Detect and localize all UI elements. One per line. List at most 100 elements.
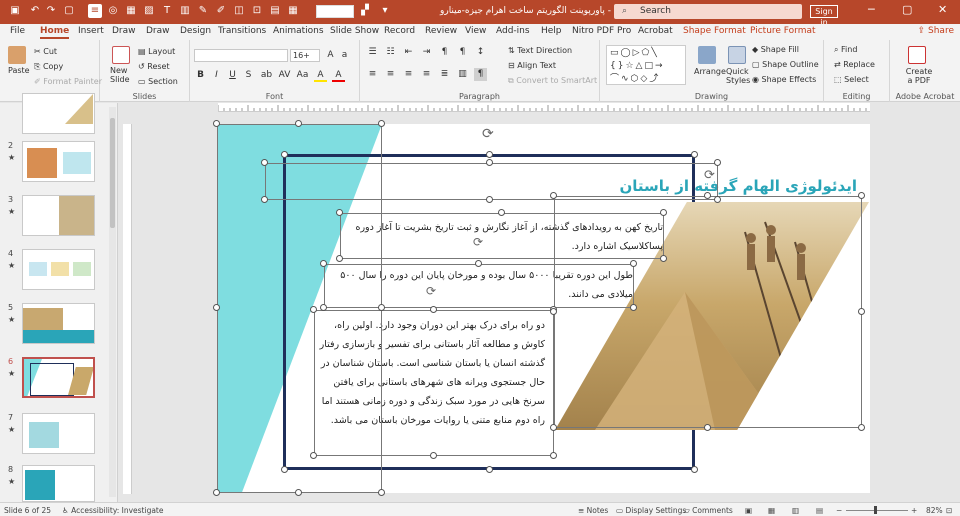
resize-handle[interactable] (550, 308, 557, 315)
resize-handle[interactable] (714, 196, 721, 203)
thumbnail-8[interactable] (22, 465, 95, 502)
thumbnail-2[interactable] (22, 141, 95, 182)
format-painter-button[interactable]: ✐ Format Painter (34, 77, 102, 86)
rotate-handle-icon[interactable]: ⟳ (426, 284, 436, 298)
resize-handle[interactable] (295, 120, 302, 127)
resize-handle[interactable] (320, 304, 327, 311)
picture-icon[interactable]: ▨ (142, 4, 156, 18)
align-icon[interactable]: ▦ (286, 4, 300, 18)
tab-draw-2[interactable]: Draw (146, 26, 170, 36)
resize-handle[interactable] (281, 151, 288, 158)
resize-handle[interactable] (336, 209, 343, 216)
line-spacing-icon[interactable]: ↕ (474, 46, 487, 59)
fill-icon[interactable]: ▞ (358, 4, 372, 18)
grid-icon[interactable]: ▤ (268, 4, 282, 18)
quick-styles-button[interactable]: Quick Styles (726, 67, 750, 85)
share-button[interactable]: ⇪ Share (918, 26, 954, 36)
zoom-slider[interactable] (846, 510, 908, 511)
numbering-icon[interactable]: ☷ (384, 46, 397, 59)
strikethrough-button[interactable]: S (242, 69, 255, 82)
shrink-font-icon[interactable]: a (338, 49, 351, 62)
redo-icon[interactable]: ↷ (44, 4, 58, 18)
tab-picture-format[interactable]: Picture Format (750, 26, 816, 36)
zoom-level[interactable]: 82% (926, 506, 943, 515)
normal-view-icon[interactable]: ▣ (745, 506, 752, 515)
resize-handle[interactable] (858, 308, 865, 315)
tab-design[interactable]: Design (180, 26, 211, 36)
tab-help[interactable]: Help (541, 26, 562, 36)
resize-handle[interactable] (498, 209, 505, 216)
select-button[interactable]: ⬚ Select (834, 75, 869, 84)
shadow-button[interactable]: ab (260, 69, 273, 82)
font-color-button[interactable]: A (332, 69, 345, 82)
thumbnail-5[interactable] (22, 303, 95, 344)
more-icon[interactable]: ▾ (378, 4, 392, 18)
textbox-icon[interactable]: T (160, 4, 174, 18)
case-button[interactable]: Aa (296, 69, 309, 82)
columns-icon[interactable]: ▥ (456, 68, 469, 81)
tab-draw[interactable]: Draw (112, 26, 136, 36)
rotate-handle-icon[interactable]: ⟳ (482, 126, 494, 142)
thumbnail-7[interactable] (22, 413, 95, 454)
tab-addins[interactable]: Add-ins (496, 26, 530, 36)
resize-handle[interactable] (213, 304, 220, 311)
shape-fill-button[interactable]: ◆ Shape Fill (752, 45, 799, 54)
paste-button[interactable]: Paste (8, 66, 30, 75)
undo-icon[interactable]: ↶ (28, 4, 42, 18)
resize-handle[interactable] (550, 424, 557, 431)
tab-insert[interactable]: Insert (78, 26, 104, 36)
slide-sorter-icon[interactable]: ▦ (768, 506, 775, 515)
resize-handle[interactable] (486, 151, 493, 158)
resize-handle[interactable] (336, 255, 343, 262)
zoom-out-icon[interactable]: − (836, 506, 842, 515)
replace-button[interactable]: ⇄ Replace (834, 60, 875, 69)
smartart-icon[interactable]: ✎ (196, 4, 210, 18)
resize-handle[interactable] (486, 196, 493, 203)
thumbnail-4[interactable] (22, 249, 95, 290)
resize-handle[interactable] (704, 192, 711, 199)
resize-handle[interactable] (660, 209, 667, 216)
section-button[interactable]: ▭ Section (138, 77, 178, 86)
thumbnail-scroll-thumb[interactable] (110, 118, 115, 228)
table-icon[interactable]: ▦ (124, 4, 138, 18)
search-box[interactable]: ⌕ Search (614, 4, 802, 19)
resize-handle[interactable] (691, 466, 698, 473)
resize-handle[interactable] (378, 304, 385, 311)
new-slide-button[interactable]: New Slide (110, 66, 132, 84)
underline-button[interactable]: U (226, 69, 239, 82)
resize-handle[interactable] (261, 196, 268, 203)
resize-handle[interactable] (550, 192, 557, 199)
cut-button[interactable]: ✂ Cut (34, 47, 57, 56)
find-button[interactable]: ⌕ Find (834, 45, 857, 55)
text-direction-button[interactable]: ⇅ Text Direction (508, 46, 572, 55)
minimize-icon[interactable]: ─ (868, 3, 875, 16)
chart-icon[interactable]: ▥ (178, 4, 192, 18)
align-left-icon[interactable]: ≡ (366, 68, 379, 81)
tab-file[interactable]: File (10, 26, 25, 36)
thumbnail-3[interactable] (22, 195, 95, 236)
create-pdf-icon[interactable] (908, 46, 926, 64)
maximize-icon[interactable]: ▢ (902, 3, 912, 16)
resize-handle[interactable] (378, 120, 385, 127)
resize-handle[interactable] (213, 120, 220, 127)
resize-handle[interactable] (475, 260, 482, 267)
resize-handle[interactable] (281, 466, 288, 473)
resize-handle[interactable] (310, 306, 317, 313)
bold-button[interactable]: B (194, 69, 207, 82)
tab-shape-format[interactable]: Shape Format (683, 26, 746, 36)
save-icon[interactable]: ▣ (8, 4, 22, 18)
resize-handle[interactable] (430, 306, 437, 313)
present-icon[interactable]: ▢ (62, 4, 76, 18)
draw-icon[interactable]: ✐ (214, 4, 228, 18)
resize-handle[interactable] (486, 466, 493, 473)
tab-animations[interactable]: Animations (273, 26, 324, 36)
bullets-icon[interactable]: ☰ (366, 46, 379, 59)
layout-button[interactable]: ▤ Layout (138, 47, 175, 56)
resize-handle[interactable] (704, 424, 711, 431)
copy-button[interactable]: ⎘ Copy (34, 62, 63, 72)
tab-nitro[interactable]: Nitro PDF Pro (572, 26, 631, 36)
ltr-icon[interactable]: ¶ (456, 46, 469, 59)
paste-icon[interactable] (8, 46, 26, 64)
thumbnail-1[interactable] (22, 93, 95, 134)
shapes-gallery[interactable]: ▭◯▷⬠╲ {}☆△□→ ⌒∿⬡◇⤴ (606, 45, 686, 85)
